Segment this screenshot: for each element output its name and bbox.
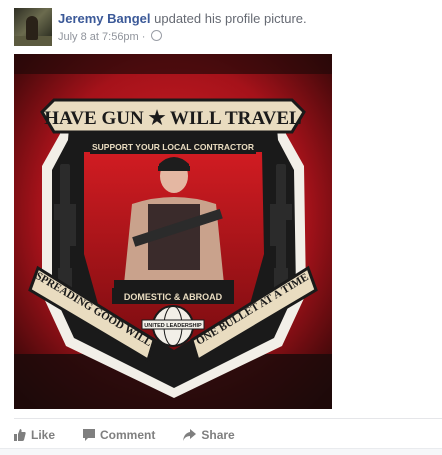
post-header: Jeremy Bangel updated his profile pictur…	[58, 11, 307, 26]
globe-text: UNITED LEADERSHIP	[144, 323, 202, 329]
like-button[interactable]: Like	[14, 428, 55, 442]
actions-divider	[14, 418, 442, 419]
thumbs-up-icon	[14, 429, 26, 441]
comment-button[interactable]: Comment	[83, 428, 155, 442]
post-meta: July 8 at 7:56pm ·	[58, 30, 162, 43]
avatar-figure	[26, 16, 38, 40]
comment-label: Comment	[100, 428, 156, 442]
post-action-text: updated his profile picture.	[154, 11, 307, 26]
banner-text: HAVE GUN ★ WILL TRAVEL	[44, 108, 301, 129]
profile-picture-post: Jeremy Bangel updated his profile pictur…	[0, 0, 442, 455]
author-avatar[interactable]	[14, 8, 52, 46]
subtitle-text: SUPPORT YOUR LOCAL CONTRACTOR	[92, 142, 254, 152]
globe-icon[interactable]	[150, 30, 162, 41]
post-actions-bar: Like Comment Share	[14, 424, 263, 446]
share-label: Share	[201, 428, 235, 442]
meta-separator: ·	[141, 31, 146, 43]
post-timestamp[interactable]: July 8 at 7:56pm	[58, 31, 139, 43]
share-button[interactable]: Share	[183, 428, 235, 442]
like-label: Like	[31, 428, 56, 442]
profile-picture-image[interactable]: HAVE GUN ★ WILL TRAVEL SUPPORT YOUR LOCA…	[14, 54, 332, 409]
author-name-link[interactable]: Jeremy Bangel	[58, 11, 151, 26]
share-arrow-icon	[183, 429, 197, 441]
comment-icon	[83, 429, 96, 441]
center-text: DOMESTIC & ABROAD	[124, 292, 223, 302]
patch-artwork: HAVE GUN ★ WILL TRAVEL SUPPORT YOUR LOCA…	[14, 54, 332, 409]
